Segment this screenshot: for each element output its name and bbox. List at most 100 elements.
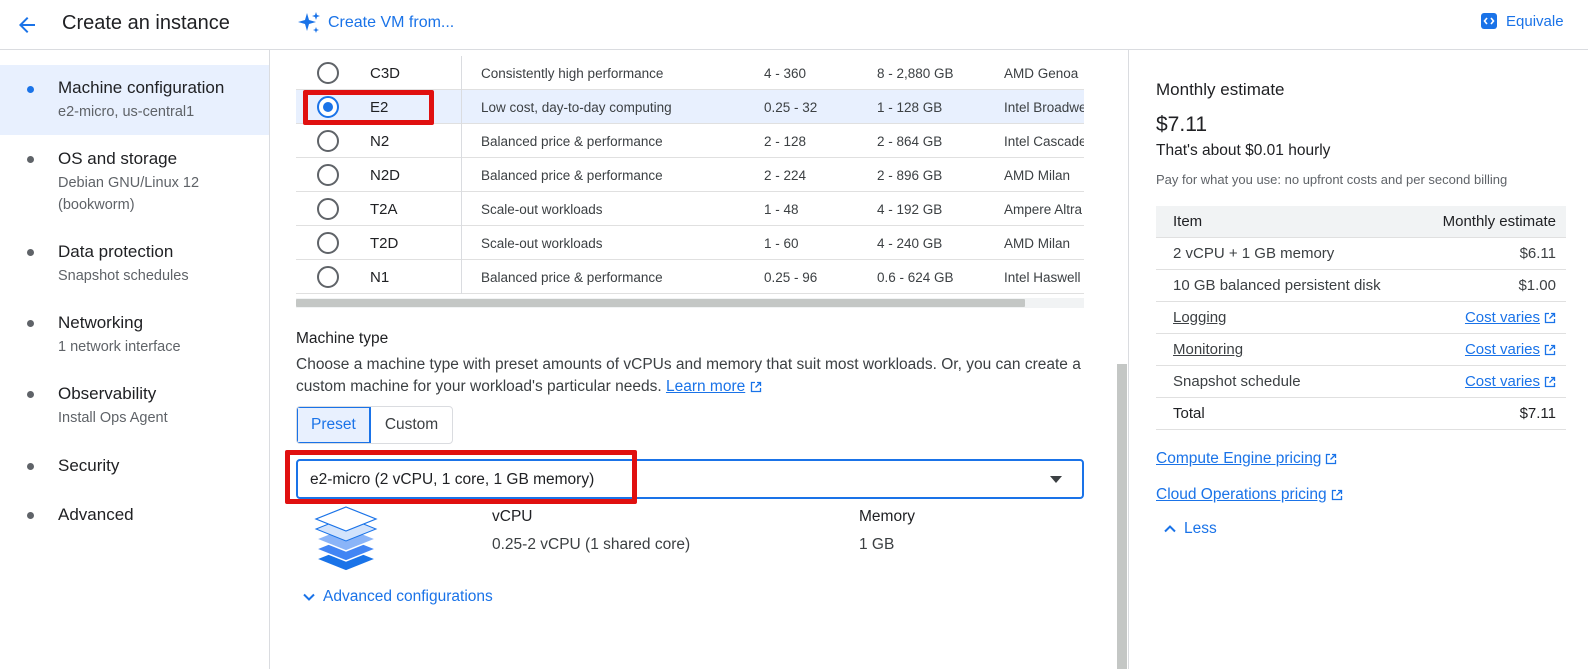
nav-bullet bbox=[27, 86, 34, 93]
family-platform: AMD Genoa bbox=[1004, 66, 1079, 81]
estimate-note: Pay for what you use: no upfront costs a… bbox=[1156, 172, 1508, 187]
family-vcpu: 4 - 360 bbox=[764, 66, 807, 81]
nav-bullet bbox=[27, 156, 34, 163]
nav-item-sub: Snapshot schedules bbox=[58, 268, 189, 284]
family-description: Balanced price & performance bbox=[481, 270, 663, 285]
equivalent-label: Equivale bbox=[1506, 12, 1564, 30]
machine-type-select[interactable]: e2-micro (2 vCPU, 1 core, 1 GB memory) bbox=[296, 459, 1084, 499]
family-vcpu: 2 - 224 bbox=[764, 168, 807, 183]
equivalent-code-button[interactable]: Equivale bbox=[1480, 12, 1564, 30]
table-row: 2 vCPU + 1 GB memory $6.11 bbox=[1156, 238, 1566, 270]
cost-item: 2 vCPU + 1 GB memory bbox=[1173, 245, 1335, 262]
create-vm-label: Create VM from... bbox=[328, 14, 455, 31]
family-vcpu: 0.25 - 32 bbox=[764, 100, 818, 115]
radio-button[interactable] bbox=[317, 266, 339, 288]
column-divider bbox=[461, 192, 462, 226]
family-name: T2D bbox=[370, 235, 399, 252]
learn-more-label: Learn more bbox=[665, 378, 746, 395]
table-header: Item Monthly estimate bbox=[1156, 206, 1566, 238]
tab-preset[interactable]: Preset bbox=[297, 407, 371, 443]
radio-button[interactable] bbox=[317, 62, 339, 84]
tab-custom[interactable]: Custom bbox=[371, 407, 452, 443]
external-link-icon bbox=[1544, 376, 1556, 387]
table-row[interactable]: T2A Scale-out workloads 1 - 48 4 - 192 G… bbox=[296, 192, 1084, 226]
cost-varies-link[interactable]: Cost varies bbox=[1465, 309, 1556, 326]
cost-varies-label: Cost varies bbox=[1464, 309, 1540, 326]
nav-item-observability[interactable]: Observability Install Ops Agent bbox=[0, 383, 269, 429]
column-divider bbox=[461, 260, 462, 294]
nav-item-sub: 1 network interface bbox=[58, 339, 181, 355]
table-row[interactable]: N2D Balanced price & performance 2 - 224… bbox=[296, 158, 1084, 192]
horizontal-scrollbar[interactable] bbox=[296, 298, 1084, 308]
main-content: C3D Consistently high performance 4 - 36… bbox=[271, 50, 1127, 669]
nav-item-advanced[interactable]: Advanced bbox=[0, 504, 269, 526]
nav-item-title: Advanced bbox=[58, 505, 134, 524]
family-platform: Intel Broadwe bbox=[1004, 100, 1084, 115]
family-vcpu: 0.25 - 96 bbox=[764, 270, 818, 285]
table-row: Logging Cost varies bbox=[1156, 302, 1566, 334]
chevron-down-icon bbox=[303, 593, 315, 601]
family-memory: 2 - 896 GB bbox=[877, 168, 943, 183]
radio-button[interactable] bbox=[317, 96, 339, 118]
family-memory: 0.6 - 624 GB bbox=[877, 270, 954, 285]
table-row[interactable]: N1 Balanced price & performance 0.25 - 9… bbox=[296, 260, 1084, 294]
family-platform: Intel Haswell bbox=[1004, 270, 1081, 285]
cost-varies-link[interactable]: Cost varies bbox=[1465, 373, 1556, 390]
cloud-operations-pricing-link[interactable]: Cloud Operations pricing bbox=[1156, 486, 1343, 504]
nav-item-title: Networking bbox=[58, 313, 144, 332]
machine-type-value: e2-micro (2 vCPU, 1 core, 1 GB memory) bbox=[310, 471, 595, 488]
nav-item-sub: e2-micro, us-central1 bbox=[58, 104, 195, 120]
family-description: Scale-out workloads bbox=[481, 236, 603, 251]
create-vm-from-button[interactable]: Create VM from... bbox=[296, 10, 454, 36]
external-link-icon bbox=[750, 381, 761, 393]
compute-engine-pricing-link[interactable]: Compute Engine pricing bbox=[1156, 450, 1337, 468]
back-button[interactable] bbox=[10, 8, 44, 42]
column-divider bbox=[461, 90, 462, 124]
nav-item-networking[interactable]: Networking 1 network interface bbox=[0, 312, 269, 358]
table-row[interactable]: C3D Consistently high performance 4 - 36… bbox=[296, 56, 1084, 90]
total-label: Total bbox=[1173, 405, 1205, 422]
family-platform: AMD Milan bbox=[1004, 236, 1071, 251]
machine-stack-icon bbox=[313, 506, 379, 572]
radio-button[interactable] bbox=[317, 198, 339, 220]
family-platform: AMD Milan bbox=[1004, 168, 1071, 183]
family-name: T2A bbox=[370, 201, 398, 218]
cost-varies-link[interactable]: Cost varies bbox=[1465, 341, 1556, 358]
advanced-configurations-toggle[interactable]: Advanced configurations bbox=[301, 588, 493, 606]
family-description: Consistently high performance bbox=[481, 66, 664, 81]
learn-more-link[interactable]: Learn more bbox=[666, 378, 745, 395]
radio-button[interactable] bbox=[317, 164, 339, 186]
monitoring-link[interactable]: Monitoring bbox=[1173, 341, 1243, 358]
nav-bullet bbox=[27, 463, 34, 470]
radio-button[interactable] bbox=[317, 130, 339, 152]
table-row[interactable]: E2 Low cost, day-to-day computing 0.25 -… bbox=[296, 90, 1084, 124]
family-vcpu: 1 - 48 bbox=[764, 202, 799, 217]
code-icon bbox=[1481, 13, 1497, 29]
family-name: N2D bbox=[370, 167, 401, 184]
nav-item-security[interactable]: Security bbox=[0, 455, 269, 477]
estimate-title: Monthly estimate bbox=[1156, 80, 1285, 99]
memory-label: Memory bbox=[859, 508, 915, 525]
vertical-scrollbar[interactable] bbox=[1117, 364, 1127, 669]
family-name: C3D bbox=[370, 65, 401, 82]
family-vcpu: 1 - 60 bbox=[764, 236, 799, 251]
nav-item-title: Security bbox=[58, 456, 120, 475]
nav-item-data-protection[interactable]: Data protection Snapshot schedules bbox=[0, 241, 269, 287]
nav-item-os-and-storage[interactable]: OS and storage Debian GNU/Linux 12 (book… bbox=[0, 148, 269, 216]
table-row-total: Total $7.11 bbox=[1156, 398, 1566, 430]
machine-type-label: Machine type bbox=[296, 330, 389, 347]
logging-link[interactable]: Logging bbox=[1173, 309, 1226, 326]
table-row[interactable]: T2D Scale-out workloads 1 - 60 4 - 240 G… bbox=[296, 226, 1084, 260]
nav-item-machine-configuration[interactable]: Machine configuration e2-micro, us-centr… bbox=[0, 65, 269, 135]
cost-item: 10 GB balanced persistent disk bbox=[1173, 277, 1381, 294]
nav-item-sub: Install Ops Agent bbox=[58, 410, 168, 426]
arrow-left-icon bbox=[19, 17, 35, 33]
radio-button[interactable] bbox=[317, 232, 339, 254]
nav-item-title: Data protection bbox=[58, 242, 174, 261]
scrollbar-thumb[interactable] bbox=[296, 299, 1025, 307]
nav-item-title: Machine configuration bbox=[58, 78, 225, 97]
table-row[interactable]: N2 Balanced price & performance 2 - 128 … bbox=[296, 124, 1084, 158]
less-toggle[interactable]: Less bbox=[1162, 520, 1217, 538]
compute-engine-pricing-label: Compute Engine pricing bbox=[1156, 450, 1322, 467]
family-name: N1 bbox=[370, 269, 390, 286]
